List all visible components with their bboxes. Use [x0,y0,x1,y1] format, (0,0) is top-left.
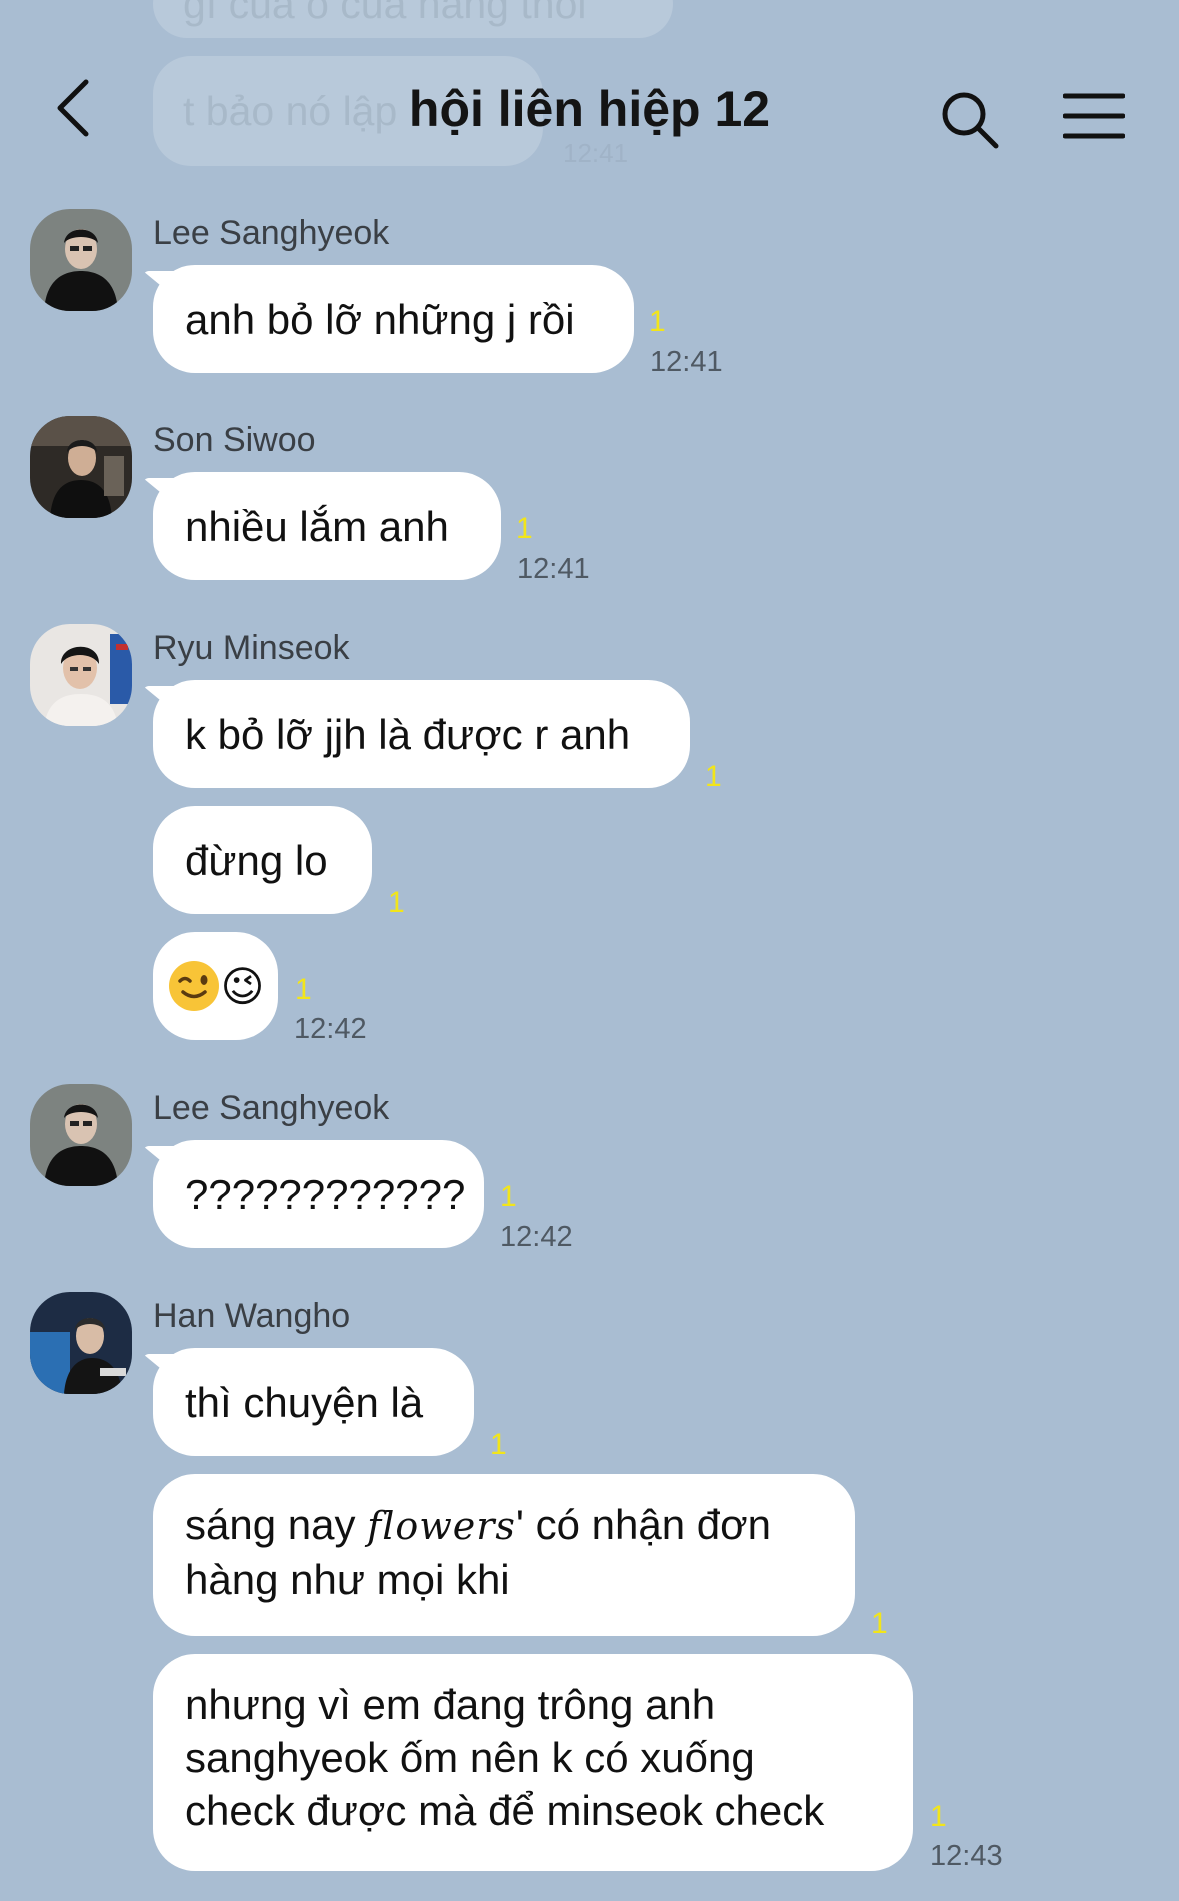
sender-name: Lee Sanghyeok [153,1089,390,1127]
unread-count: 1 [388,886,405,919]
avatar[interactable] [30,416,132,518]
unread-count: 1 [930,1800,947,1833]
sender-name: Son Siwoo [153,421,316,459]
message-bubble[interactable]: sáng nay flowers' có nhận đơn hàng như m… [153,1474,855,1636]
message-text: thì chuyện là [185,1378,424,1426]
avatar[interactable] [30,209,132,311]
avatar[interactable] [30,1084,132,1186]
avatar-photo [30,416,132,518]
avatar-photo [30,624,132,726]
unread-count: 1 [500,1180,517,1213]
avatar-photo [30,1084,132,1186]
avatar-photo [30,1292,132,1394]
message-bubble[interactable]: k bỏ lỡ jjh là được r anh [153,680,690,788]
unread-count: 1 [490,1428,507,1461]
message-bubble[interactable]: đừng lo [153,806,372,914]
message-text: đừng lo [185,836,328,884]
message-time: 12:42 [500,1221,573,1253]
unread-count: 1 [649,305,666,338]
search-button[interactable] [940,90,1000,150]
message-bubble[interactable]: nhưng vì em đang trông anh sanghyeok ốm … [153,1654,913,1871]
message-text: k bỏ lỡ jjh là được r anh [185,710,631,758]
message-time: 12:41 [517,553,590,585]
unread-count: 1 [705,760,722,793]
avatar-photo [30,209,132,311]
message-text: nhiều lắm anh [185,502,449,550]
unread-count: 1 [295,973,312,1006]
message-text: anh bỏ lỡ những j rồi [185,295,575,343]
avatar[interactable] [30,1292,132,1394]
message-bubble[interactable]: 😉 [153,932,278,1040]
message-text: ???????????? [185,1170,466,1218]
wink-emoji-icon [168,961,219,1011]
message-text: sáng nay flowers' có nhận đơn hàng như m… [185,1501,771,1603]
avatar[interactable] [30,624,132,726]
message-bubble[interactable]: thì chuyện là [153,1348,474,1456]
chat-header: hội liên hiệp 12 [0,0,1179,230]
message-text: nhưng vì em đang trông anh sanghyeok ốm … [185,1681,825,1834]
unread-count: 1 [516,512,533,545]
message-time: 12:41 [650,346,723,378]
message-time: 12:42 [294,1013,367,1045]
hamburger-menu-icon [1062,93,1126,139]
message-bubble[interactable]: anh bỏ lỡ những j rồi [153,265,634,373]
menu-button[interactable] [1062,90,1126,142]
search-icon [942,92,999,149]
sender-name: Han Wangho [153,1297,351,1335]
message-bubble[interactable]: nhiều lắm anh [153,472,501,580]
unread-count: 1 [871,1607,888,1640]
flowers-word: flowers [367,1504,516,1548]
message-bubble[interactable]: ???????????? [153,1140,484,1248]
sender-name: Ryu Minseok [153,629,350,667]
sender-name: Lee Sanghyeok [153,214,390,252]
chat-title: hội liên hiệp 12 [408,81,771,137]
message-time: 12:43 [930,1840,1003,1872]
